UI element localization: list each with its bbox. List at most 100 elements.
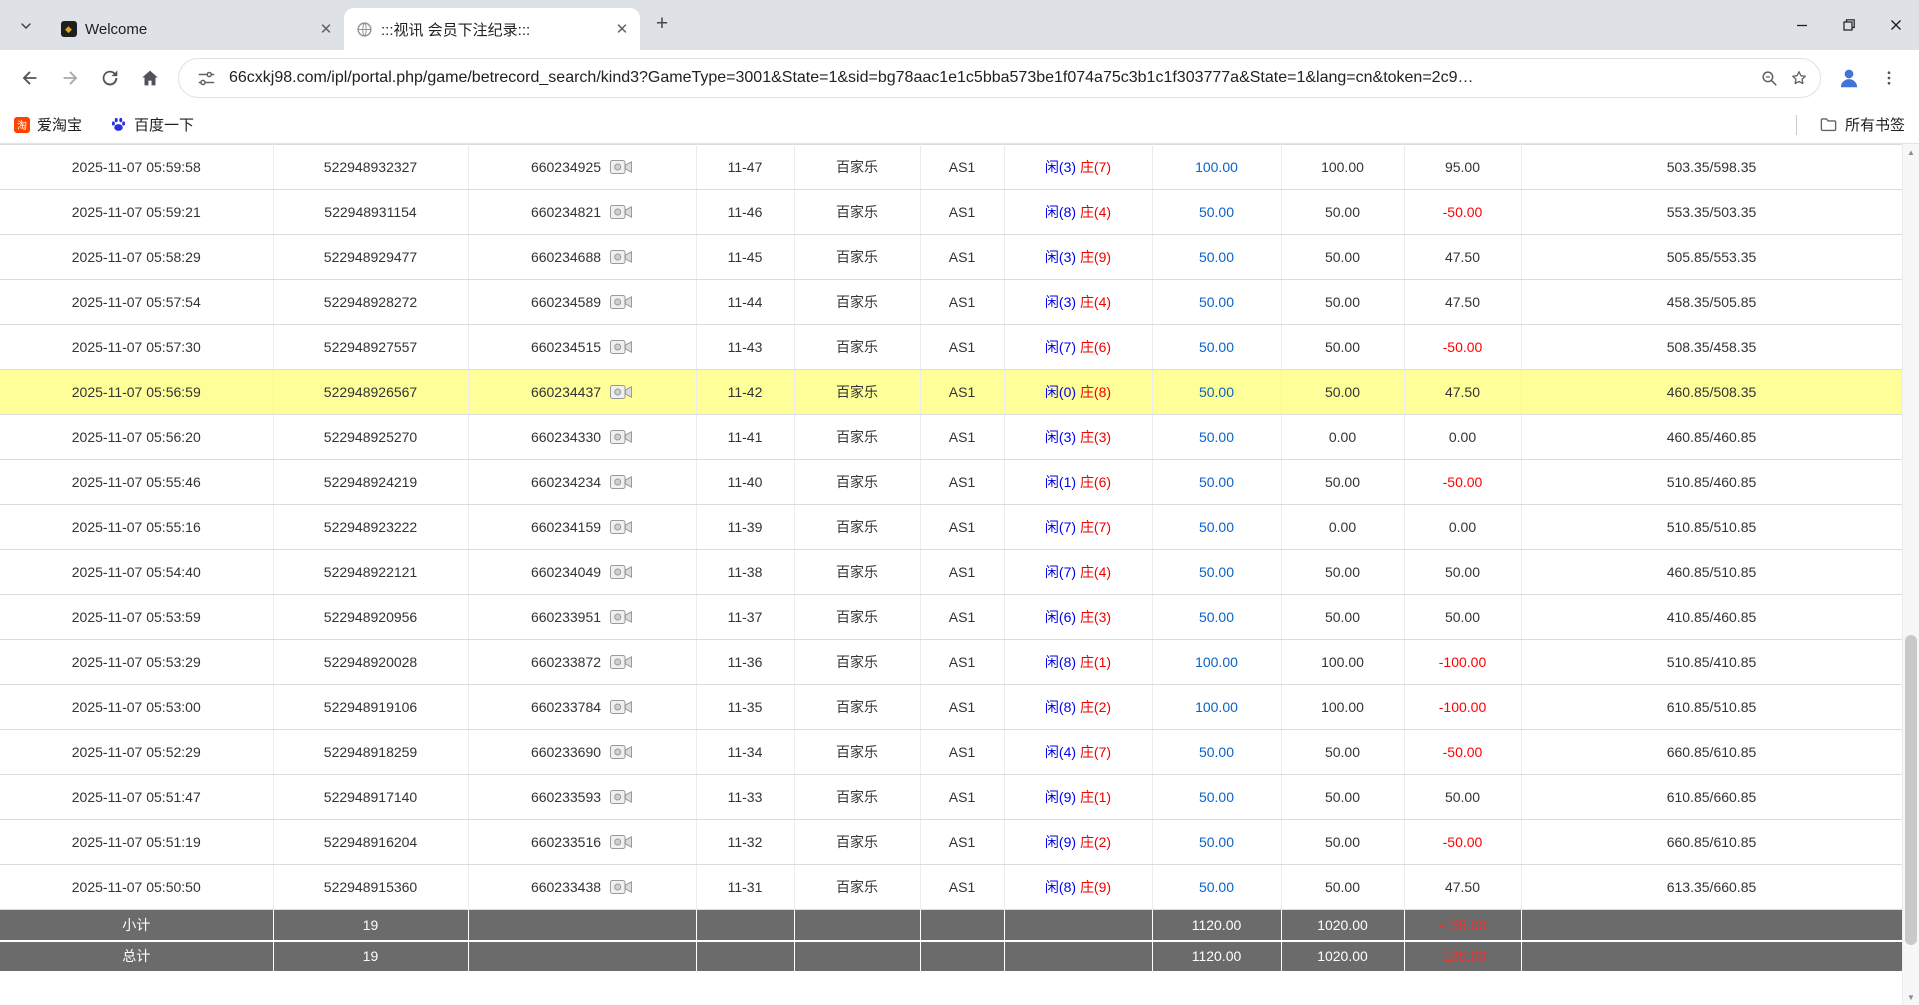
order-id-cell: 522948929477 <box>273 235 468 280</box>
maximize-button[interactable] <box>1825 0 1872 50</box>
table-row[interactable]: 2025-11-07 05:55:16522948923222660234159… <box>0 505 1902 550</box>
bet-id-cell: 660234589 <box>468 280 696 325</box>
video-replay-icon[interactable] <box>609 383 633 401</box>
table-row[interactable]: 2025-11-07 05:59:58522948932327660234925… <box>0 145 1902 190</box>
bet-id: 660233593 <box>531 789 601 805</box>
bookmark-aitaobao[interactable]: 淘 爱淘宝 <box>14 114 82 135</box>
table-row[interactable]: 2025-11-07 05:58:29522948929477660234688… <box>0 235 1902 280</box>
bet-amount-cell: 50.00 <box>1152 595 1281 640</box>
video-replay-icon[interactable] <box>609 518 633 536</box>
bookmark-baidu[interactable]: 百度一下 <box>110 114 194 135</box>
table-row[interactable]: 2025-11-07 05:53:59522948920956660233951… <box>0 595 1902 640</box>
round-cell: 11-45 <box>696 235 794 280</box>
minimize-button[interactable] <box>1778 0 1825 50</box>
page-scrollbar[interactable]: ▲ ▼ <box>1902 144 1919 1005</box>
tab-search-button[interactable] <box>12 12 40 40</box>
bet-amount-cell: 50.00 <box>1152 730 1281 775</box>
reload-button[interactable] <box>90 58 130 98</box>
result-cell: 闲(8) 庄(1) <box>1004 640 1152 685</box>
video-replay-icon[interactable] <box>609 788 633 806</box>
video-replay-icon[interactable] <box>609 203 633 221</box>
video-replay-icon[interactable] <box>609 293 633 311</box>
valid-amount-cell: 50.00 <box>1281 235 1404 280</box>
banker-result: 庄(3) <box>1080 609 1111 625</box>
zoom-icon[interactable] <box>1754 63 1784 93</box>
address-bar[interactable]: 66cxkj98.com/ipl/portal.php/game/betreco… <box>178 58 1821 98</box>
video-replay-icon[interactable] <box>609 698 633 716</box>
video-replay-icon[interactable] <box>609 833 633 851</box>
video-replay-icon[interactable] <box>609 158 633 176</box>
order-id-cell: 522948920028 <box>273 640 468 685</box>
summary-bet-total: 1120.00 <box>1152 941 1281 972</box>
video-replay-icon[interactable] <box>609 653 633 671</box>
all-bookmarks-button[interactable]: 所有书签 <box>1819 114 1905 135</box>
win-loss-cell: 47.50 <box>1404 865 1521 910</box>
table-row[interactable]: 2025-11-07 05:54:40522948922121660234049… <box>0 550 1902 595</box>
table-row[interactable]: 2025-11-07 05:50:50522948915360660233438… <box>0 865 1902 910</box>
url-text[interactable]: 66cxkj98.com/ipl/portal.php/game/betreco… <box>229 69 1744 87</box>
bet-time-cell: 2025-11-07 05:50:50 <box>0 865 273 910</box>
video-replay-icon[interactable] <box>609 743 633 761</box>
table-row[interactable]: 2025-11-07 05:53:00522948919106660233784… <box>0 685 1902 730</box>
summary-empty <box>920 941 1004 972</box>
video-replay-icon[interactable] <box>609 563 633 581</box>
table-row[interactable]: 2025-11-07 05:57:54522948928272660234589… <box>0 280 1902 325</box>
table-row[interactable]: 2025-11-07 05:56:59522948926567660234437… <box>0 370 1902 415</box>
forward-button[interactable] <box>50 58 90 98</box>
win-loss-cell: 47.50 <box>1404 370 1521 415</box>
back-button[interactable] <box>10 58 50 98</box>
round-cell: 11-41 <box>696 415 794 460</box>
table-row[interactable]: 2025-11-07 05:51:47522948917140660233593… <box>0 775 1902 820</box>
win-loss-cell: -100.00 <box>1404 685 1521 730</box>
home-button[interactable] <box>130 58 170 98</box>
table-row[interactable]: 2025-11-07 05:52:29522948918259660233690… <box>0 730 1902 775</box>
table-row[interactable]: 2025-11-07 05:59:21522948931154660234821… <box>0 190 1902 235</box>
window-controls <box>1778 0 1919 50</box>
table-row[interactable]: 2025-11-07 05:53:29522948920028660233872… <box>0 640 1902 685</box>
video-replay-icon[interactable] <box>609 428 633 446</box>
scroll-down-arrow[interactable]: ▼ <box>1903 989 1919 1005</box>
close-window-button[interactable] <box>1872 0 1919 50</box>
taobao-icon: 淘 <box>14 117 30 133</box>
video-replay-icon[interactable] <box>609 248 633 266</box>
tab-close-icon[interactable]: ✕ <box>316 19 336 39</box>
banker-result: 庄(9) <box>1080 249 1111 265</box>
video-replay-icon[interactable] <box>609 608 633 626</box>
table-row[interactable]: 2025-11-07 05:55:46522948924219660234234… <box>0 460 1902 505</box>
bet-time-cell: 2025-11-07 05:55:46 <box>0 460 273 505</box>
table-row[interactable]: 2025-11-07 05:57:30522948927557660234515… <box>0 325 1902 370</box>
video-replay-icon[interactable] <box>609 878 633 896</box>
summary-empty <box>1521 910 1902 941</box>
bet-time-cell: 2025-11-07 05:58:29 <box>0 235 273 280</box>
game-name-cell: 百家乐 <box>794 280 920 325</box>
game-name-cell: 百家乐 <box>794 145 920 190</box>
table-row[interactable]: 2025-11-07 05:56:20522948925270660234330… <box>0 415 1902 460</box>
browser-menu-button[interactable] <box>1869 58 1909 98</box>
scrollbar-thumb[interactable] <box>1905 635 1917 945</box>
round-cell: 11-34 <box>696 730 794 775</box>
table-row[interactable]: 2025-11-07 05:51:19522948916204660233516… <box>0 820 1902 865</box>
summary-empty <box>1521 941 1902 972</box>
order-id-cell: 522948922121 <box>273 550 468 595</box>
bookmark-star-icon[interactable] <box>1784 63 1814 93</box>
bet-id: 660234821 <box>531 204 601 220</box>
round-cell: 11-39 <box>696 505 794 550</box>
tab-bet-record[interactable]: :::视讯 会员下注纪录::: ✕ <box>344 8 640 50</box>
bet-id: 660233690 <box>531 744 601 760</box>
profile-avatar[interactable] <box>1829 58 1869 98</box>
result-cell: 闲(9) 庄(2) <box>1004 820 1152 865</box>
tab-close-icon[interactable]: ✕ <box>612 19 632 39</box>
video-replay-icon[interactable] <box>609 338 633 356</box>
banker-result: 庄(4) <box>1080 564 1111 580</box>
navigation-bar: 66cxkj98.com/ipl/portal.php/game/betreco… <box>0 50 1919 106</box>
player-result: 闲(4) <box>1045 744 1076 760</box>
summary-empty <box>696 941 794 972</box>
new-tab-button[interactable]: + <box>648 10 676 38</box>
video-replay-icon[interactable] <box>609 473 633 491</box>
site-settings-icon[interactable] <box>191 63 221 93</box>
tab-welcome[interactable]: ◆ Welcome ✕ <box>48 8 344 50</box>
summary-count: 19 <box>273 941 468 972</box>
summary-row: 总计191120.001020.00-135.00 <box>0 941 1902 972</box>
scroll-up-arrow[interactable]: ▲ <box>1903 144 1919 160</box>
game-name-cell: 百家乐 <box>794 730 920 775</box>
